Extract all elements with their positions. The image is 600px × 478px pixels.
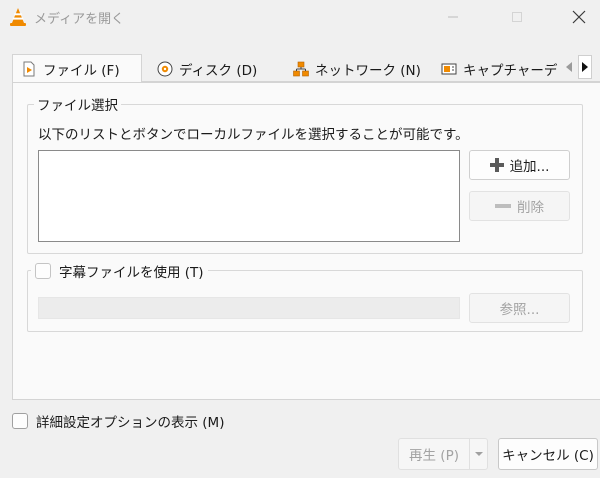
subtitle-checkbox-label: 字幕ファイルを使用 (T) <box>59 265 204 281</box>
tab-bar: ファイル (F) ディスク (D) ネットワーク (N) キャプチャーデ <box>12 54 600 83</box>
close-button[interactable] <box>556 0 600 34</box>
cancel-button[interactable]: キャンセル (C) <box>498 438 598 470</box>
tab-disc[interactable]: ディスク (D) <box>148 54 282 82</box>
tab-disc-label: ディスク (D) <box>179 62 258 79</box>
play-dropdown-button[interactable] <box>469 439 487 469</box>
advanced-options-row[interactable]: 詳細設定オプションの表示 (M) <box>12 411 224 431</box>
capture-device-icon <box>441 63 457 74</box>
tab-capture-device[interactable]: キャプチャーデ <box>432 54 568 82</box>
play-label: 再生 (P) <box>409 448 459 464</box>
advanced-options-label: 詳細設定オプションの表示 (M) <box>36 415 225 431</box>
remove-file-label: 削除 <box>517 200 544 216</box>
minimize-button[interactable] <box>430 0 476 34</box>
add-file-button[interactable]: 追加... <box>469 150 570 180</box>
close-icon <box>572 10 586 24</box>
network-icon <box>293 61 309 76</box>
maximize-button[interactable] <box>494 0 540 34</box>
minimize-icon <box>448 16 458 18</box>
maximize-icon <box>512 12 522 22</box>
tab-file-label: ファイル (F) <box>43 63 120 79</box>
cancel-label: キャンセル (C) <box>502 448 594 464</box>
browse-subtitle-label: 参照... <box>499 302 540 318</box>
tab-network[interactable]: ネットワーク (N) <box>284 54 424 82</box>
file-play-icon <box>23 61 35 77</box>
browse-subtitle-button[interactable]: 参照... <box>469 293 570 323</box>
play-button[interactable]: 再生 (P) <box>399 439 469 469</box>
file-selection-instruction: 以下のリストとボタンでローカルファイルを選択することが可能です。 <box>38 127 469 143</box>
window-title: メディアを開く <box>34 12 125 27</box>
tab-network-label: ネットワーク (N) <box>315 62 421 79</box>
advanced-options-checkbox[interactable] <box>12 413 28 429</box>
chevron-down-icon <box>474 452 483 456</box>
chevron-right-icon <box>582 62 588 72</box>
subtitle-file-field[interactable] <box>38 297 460 319</box>
add-file-label: 追加... <box>509 159 550 175</box>
tab-scroll-left-button[interactable] <box>562 55 576 79</box>
tab-file[interactable]: ファイル (F) <box>12 54 142 83</box>
tab-scroll-right-button[interactable] <box>578 55 592 79</box>
vlc-cone-icon <box>10 8 26 26</box>
disc-icon <box>157 61 173 76</box>
file-list[interactable] <box>38 150 460 242</box>
minus-icon <box>495 204 511 208</box>
subtitle-checkbox-row[interactable]: 字幕ファイルを使用 (T) <box>31 261 208 281</box>
remove-file-button[interactable]: 削除 <box>469 191 570 221</box>
tab-capture-label: キャプチャーデ <box>463 62 558 79</box>
subtitle-checkbox[interactable] <box>35 263 51 279</box>
plus-icon <box>489 158 504 172</box>
play-split-button[interactable]: 再生 (P) <box>398 438 488 470</box>
file-selection-legend: ファイル選択 <box>34 94 121 114</box>
chevron-left-icon <box>566 62 572 72</box>
